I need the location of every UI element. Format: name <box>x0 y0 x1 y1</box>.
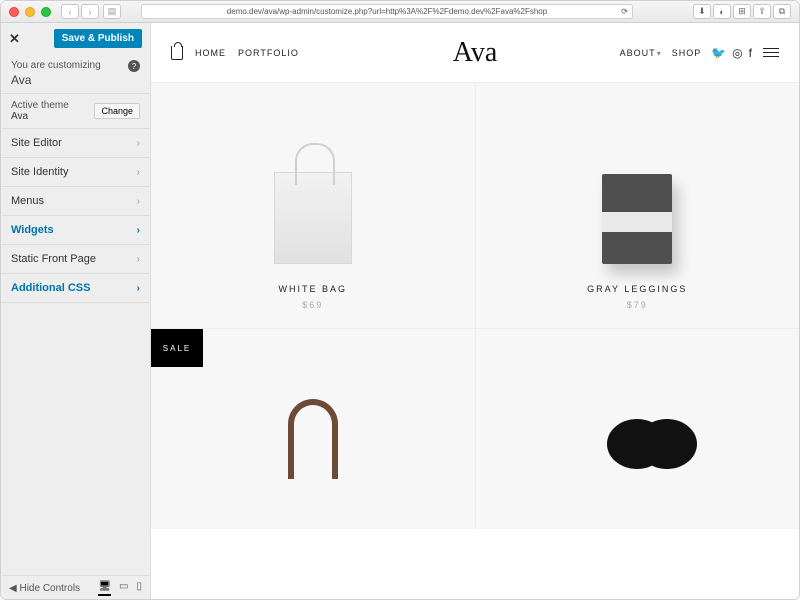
menu-icon[interactable] <box>763 48 779 57</box>
product-grid: WHITE BAG $69 GRAY LEGGINGS $79 SALE <box>151 83 799 529</box>
panel-label: Site Editor <box>11 137 62 149</box>
device-desktop-icon[interactable]: 🖥 <box>98 581 111 596</box>
chevron-right-icon: › <box>137 254 140 265</box>
product-image <box>607 419 667 469</box>
product-tile[interactable] <box>476 329 800 529</box>
twitter-icon[interactable]: 🐦 <box>711 46 727 60</box>
nav-about[interactable]: ABOUT▾ <box>620 48 662 58</box>
tabs-icon[interactable]: ⧉ <box>773 4 791 19</box>
download-icon[interactable]: ⬇ <box>693 4 711 19</box>
site-preview: HOME PORTFOLIO Ava ABOUT▾ SHOP 🐦 ◎ f <box>151 23 799 600</box>
panel-static-front-page[interactable]: Static Front Page › <box>1 245 150 274</box>
device-mobile-icon[interactable]: ▯ <box>136 581 142 596</box>
cart-icon[interactable] <box>171 46 183 60</box>
panel-menus[interactable]: Menus › <box>1 187 150 216</box>
panel-label: Menus <box>11 195 44 207</box>
product-tile[interactable]: WHITE BAG $69 <box>151 83 475 328</box>
close-window-icon[interactable] <box>9 7 19 17</box>
extension-icon[interactable]: ◐ <box>713 4 731 19</box>
sale-badge: SALE <box>151 329 203 367</box>
device-tablet-icon[interactable]: ▭ <box>119 581 128 596</box>
sidebar-footer: ◀ Hide Controls 🖥 ▭ ▯ <box>1 575 150 600</box>
minimize-window-icon[interactable] <box>25 7 35 17</box>
chevron-right-icon: › <box>137 138 140 149</box>
reload-icon[interactable]: ⟳ <box>621 7 628 16</box>
product-price: $79 <box>627 300 648 310</box>
chevron-right-icon: › <box>137 167 140 178</box>
nav-home[interactable]: HOME <box>195 48 226 58</box>
panel-label: Widgets <box>11 224 54 236</box>
panel-site-editor[interactable]: Site Editor › <box>1 129 150 158</box>
share-icon[interactable]: ⇪ <box>753 4 771 19</box>
maximize-window-icon[interactable] <box>41 7 51 17</box>
panel-label: Additional CSS <box>11 282 90 294</box>
product-image <box>274 172 352 264</box>
customizer-sidebar: ✕ Save & Publish ? You are customizing A… <box>1 23 151 600</box>
customizing-label: You are customizing <box>11 60 140 71</box>
panel-label: Site Identity <box>11 166 68 178</box>
panel-widgets[interactable]: Widgets › <box>1 216 150 245</box>
hide-controls-button[interactable]: ◀ Hide Controls <box>9 583 80 594</box>
nav-portfolio[interactable]: PORTFOLIO <box>238 48 299 58</box>
nav-shop[interactable]: SHOP <box>672 48 702 58</box>
product-image <box>288 399 338 479</box>
site-logo[interactable]: Ava <box>453 37 498 69</box>
instagram-icon[interactable]: ◎ <box>732 46 743 60</box>
close-customizer-button[interactable]: ✕ <box>9 31 20 47</box>
product-title: GRAY LEGGINGS <box>587 284 687 294</box>
browser-titlebar: ‹ › ▤ demo.dev/ava/wp-admin/customize.ph… <box>1 1 799 23</box>
panel-additional-css[interactable]: Additional CSS › <box>1 274 150 303</box>
product-image <box>602 174 672 264</box>
panel-site-identity[interactable]: Site Identity › <box>1 158 150 187</box>
window-controls <box>9 7 51 17</box>
product-title: WHITE BAG <box>278 284 347 294</box>
back-button[interactable]: ‹ <box>61 4 79 19</box>
product-price: $69 <box>302 300 323 310</box>
help-icon[interactable]: ? <box>128 60 140 72</box>
site-name: Ava <box>11 73 140 87</box>
chevron-right-icon: › <box>137 225 140 236</box>
change-theme-button[interactable]: Change <box>94 103 140 119</box>
shop-header: HOME PORTFOLIO Ava ABOUT▾ SHOP 🐦 ◎ f <box>151 23 799 83</box>
chevron-right-icon: › <box>137 283 140 294</box>
forward-button[interactable]: › <box>81 4 99 19</box>
active-theme-label: Active theme <box>11 100 69 111</box>
theme-name: Ava <box>11 111 69 122</box>
facebook-icon[interactable]: f <box>749 46 753 60</box>
panel-label: Static Front Page <box>11 253 96 265</box>
product-tile[interactable]: SALE <box>151 329 475 529</box>
save-publish-button[interactable]: Save & Publish <box>54 29 142 48</box>
new-tab-icon[interactable]: ⊞ <box>733 4 751 19</box>
chevron-right-icon: › <box>137 196 140 207</box>
sidebar-toggle-icon[interactable]: ▤ <box>103 4 121 19</box>
product-tile[interactable]: GRAY LEGGINGS $79 <box>476 83 800 328</box>
url-text: demo.dev/ava/wp-admin/customize.php?url=… <box>227 7 547 16</box>
chevron-down-icon: ▾ <box>657 49 662 58</box>
url-bar[interactable]: demo.dev/ava/wp-admin/customize.php?url=… <box>141 4 633 19</box>
